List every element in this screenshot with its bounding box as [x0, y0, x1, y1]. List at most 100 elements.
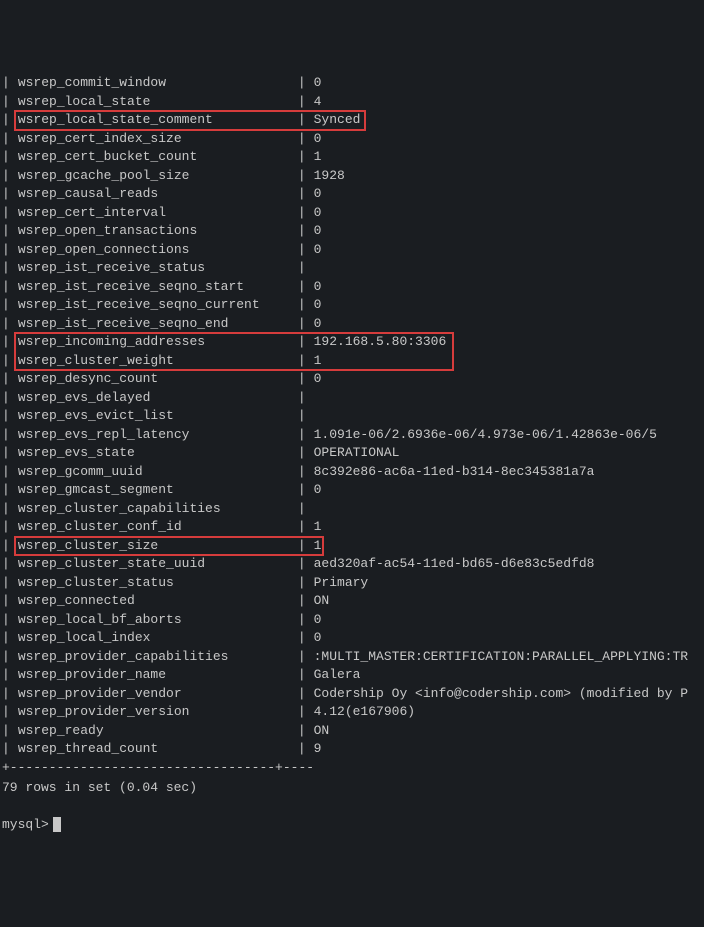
- column-separator: |: [0, 592, 14, 611]
- column-separator: |: [0, 481, 14, 500]
- column-separator: |: [0, 426, 14, 445]
- column-separator: |: [294, 555, 310, 574]
- status-row: |wsrep_cert_index_size|0: [0, 130, 704, 149]
- status-row: |wsrep_provider_vendor|Codership Oy <inf…: [0, 685, 704, 704]
- variable-value: 0: [310, 611, 322, 630]
- column-separator: |: [0, 278, 14, 297]
- variable-name: wsrep_provider_version: [14, 703, 294, 722]
- variable-value: Codership Oy <info@codership.com> (modif…: [310, 685, 688, 704]
- variable-value: 192.168.5.80:3306: [310, 333, 447, 352]
- status-row: |wsrep_cert_interval|0: [0, 204, 704, 223]
- column-separator: |: [0, 537, 14, 556]
- column-separator: |: [0, 703, 14, 722]
- status-row: |wsrep_gcomm_uuid|8c392e86-ac6a-11ed-b31…: [0, 463, 704, 482]
- variable-name: wsrep_evs_state: [14, 444, 294, 463]
- variable-value: Primary: [310, 574, 369, 593]
- variable-name: wsrep_evs_delayed: [14, 389, 294, 408]
- column-separator: |: [294, 463, 310, 482]
- variable-name: wsrep_causal_reads: [14, 185, 294, 204]
- column-separator: |: [0, 463, 14, 482]
- column-separator: |: [0, 370, 14, 389]
- column-separator: |: [294, 111, 310, 130]
- status-row: |wsrep_local_state|4: [0, 93, 704, 112]
- column-separator: |: [0, 740, 14, 759]
- column-separator: |: [294, 241, 310, 260]
- status-row: |wsrep_evs_repl_latency|1.091e-06/2.6936…: [0, 426, 704, 445]
- variable-name: wsrep_cluster_status: [14, 574, 294, 593]
- column-separator: |: [294, 481, 310, 500]
- status-row: |wsrep_local_state_comment|Synced: [0, 111, 704, 130]
- variable-name: wsrep_incoming_addresses: [14, 333, 294, 352]
- column-separator: |: [0, 148, 14, 167]
- variable-value: 0: [310, 222, 322, 241]
- variable-value: 8c392e86-ac6a-11ed-b314-8ec345381a7a: [310, 463, 595, 482]
- status-row: |wsrep_ist_receive_seqno_start|0: [0, 278, 704, 297]
- column-separator: |: [0, 222, 14, 241]
- variable-value: 0: [310, 481, 322, 500]
- variable-name: wsrep_open_transactions: [14, 222, 294, 241]
- status-row: |wsrep_local_bf_aborts|0: [0, 611, 704, 630]
- variable-name: wsrep_ist_receive_status: [14, 259, 294, 278]
- variable-value: Galera: [310, 666, 361, 685]
- column-separator: |: [294, 574, 310, 593]
- column-separator: |: [0, 259, 14, 278]
- column-separator: |: [294, 93, 310, 112]
- column-separator: |: [294, 722, 310, 741]
- column-separator: |: [0, 666, 14, 685]
- variable-name: wsrep_cluster_weight: [14, 352, 294, 371]
- column-separator: |: [0, 130, 14, 149]
- status-row: |wsrep_connected|ON: [0, 592, 704, 611]
- variable-name: wsrep_ist_receive_seqno_start: [14, 278, 294, 297]
- status-row: |wsrep_commit_window|0: [0, 74, 704, 93]
- variable-value: 1: [310, 537, 322, 556]
- status-row: |wsrep_provider_name|Galera: [0, 666, 704, 685]
- variable-value: 0: [310, 315, 322, 334]
- variable-name: wsrep_local_index: [14, 629, 294, 648]
- status-row: |wsrep_local_index|0: [0, 629, 704, 648]
- variable-name: wsrep_provider_vendor: [14, 685, 294, 704]
- status-row: |wsrep_gcache_pool_size|1928: [0, 167, 704, 186]
- variable-name: wsrep_gmcast_segment: [14, 481, 294, 500]
- variable-name: wsrep_evs_evict_list: [14, 407, 294, 426]
- column-separator: |: [0, 722, 14, 741]
- variable-name: wsrep_local_bf_aborts: [14, 611, 294, 630]
- variable-name: wsrep_local_state_comment: [14, 111, 294, 130]
- column-separator: |: [294, 648, 310, 667]
- result-summary: 79 rows in set (0.04 sec): [0, 779, 704, 798]
- column-separator: |: [294, 518, 310, 537]
- column-separator: |: [0, 74, 14, 93]
- status-row: |wsrep_cert_bucket_count|1: [0, 148, 704, 167]
- status-row: |wsrep_cluster_size|1: [0, 537, 704, 556]
- variable-value: 4: [310, 93, 322, 112]
- column-separator: |: [294, 296, 310, 315]
- variable-name: wsrep_cert_interval: [14, 204, 294, 223]
- mysql-prompt[interactable]: mysql>: [0, 816, 704, 835]
- column-separator: |: [0, 611, 14, 630]
- variable-name: wsrep_provider_name: [14, 666, 294, 685]
- column-separator: |: [0, 629, 14, 648]
- column-separator: |: [294, 148, 310, 167]
- column-separator: |: [294, 370, 310, 389]
- variable-name: wsrep_desync_count: [14, 370, 294, 389]
- cursor: [53, 817, 61, 832]
- variable-value: ON: [310, 592, 330, 611]
- column-separator: |: [294, 740, 310, 759]
- variable-value: 1: [310, 148, 322, 167]
- variable-name: wsrep_cluster_size: [14, 537, 294, 556]
- status-row: |wsrep_cluster_weight|1: [0, 352, 704, 371]
- status-row: |wsrep_ready|ON: [0, 722, 704, 741]
- column-separator: |: [0, 167, 14, 186]
- column-separator: |: [0, 389, 14, 408]
- column-separator: |: [294, 222, 310, 241]
- variable-value: :MULTI_MASTER:CERTIFICATION:PARALLEL_APP…: [310, 648, 688, 667]
- variable-value: 0: [310, 370, 322, 389]
- column-separator: |: [294, 352, 310, 371]
- column-separator: |: [0, 518, 14, 537]
- column-separator: |: [0, 93, 14, 112]
- status-row: |wsrep_desync_count|0: [0, 370, 704, 389]
- column-separator: |: [294, 167, 310, 186]
- column-separator: |: [0, 333, 14, 352]
- variable-value: 1928: [310, 167, 345, 186]
- column-separator: |: [294, 666, 310, 685]
- variable-name: wsrep_cluster_capabilities: [14, 500, 294, 519]
